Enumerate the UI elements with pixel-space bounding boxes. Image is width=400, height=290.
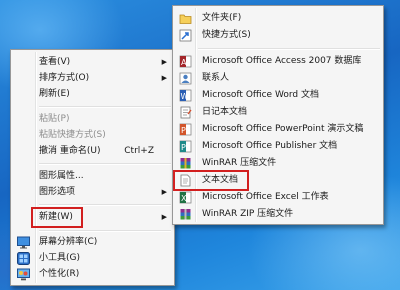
menu-item-personalize[interactable]: 个性化(R) <box>13 266 172 283</box>
powerpoint-icon: P <box>179 123 192 136</box>
menu-item-label: Microsoft Office Access 2007 数据库 <box>202 56 362 66</box>
menu-item-sort-by[interactable]: 排序方式(O) ▶ <box>13 70 172 87</box>
new-item-publisher-document[interactable]: P Microsoft Office Publisher 文档 <box>175 138 381 155</box>
new-item-shortcut[interactable]: 快捷方式(S) <box>175 27 381 44</box>
menu-item-label: 个性化(R) <box>39 269 80 279</box>
menu-item-label: 联系人 <box>202 73 230 83</box>
submenu-arrow-icon: ▶ <box>161 58 167 66</box>
svg-text:P: P <box>181 126 186 135</box>
new-item-excel-worksheet[interactable]: X Microsoft Office Excel 工作表 <box>175 189 381 206</box>
svg-text:P: P <box>181 143 186 152</box>
menu-item-screen-resolution[interactable]: 屏幕分辨率(C) <box>13 234 172 251</box>
menu-item-undo-rename[interactable]: 撤消 重命名(U) Ctrl+Z <box>13 143 172 160</box>
excel-icon: X <box>179 191 192 204</box>
word-icon: W <box>179 89 192 102</box>
new-submenu: 文件夹(F) 快捷方式(S) A Microsoft Office Access… <box>172 5 384 225</box>
menu-item-label: 快捷方式(S) <box>202 30 251 40</box>
menu-separator <box>198 48 380 50</box>
menu-separator <box>39 204 171 206</box>
menu-item-label: 粘贴(P) <box>39 114 70 124</box>
new-item-journal-document[interactable]: 日记本文档 <box>175 104 381 121</box>
menu-item-label: 文件夹(F) <box>202 13 242 23</box>
menu-item-label: Microsoft Office Word 文档 <box>202 90 319 100</box>
menu-item-label: 图形属性... <box>39 171 84 181</box>
menu-item-label: 排序方式(O) <box>39 73 90 83</box>
menu-separator <box>39 106 171 108</box>
menu-item-graphics-properties[interactable]: 图形属性... <box>13 168 172 185</box>
menu-item-paste-shortcut[interactable]: 粘贴快捷方式(S) <box>13 127 172 144</box>
menu-item-label: 小工具(G) <box>39 253 80 263</box>
svg-text:A: A <box>181 58 187 67</box>
new-item-winrar-zip-archive[interactable]: WinRAR ZIP 压缩文件 <box>175 206 381 223</box>
menu-item-label: WinRAR ZIP 压缩文件 <box>202 209 294 219</box>
desktop-context-menu: 查看(V) ▶ 排序方式(O) ▶ 刷新(E) 粘贴(P) 粘贴快捷方式(S) … <box>10 49 175 286</box>
gadgets-icon <box>17 252 30 265</box>
svg-text:W: W <box>181 92 189 101</box>
submenu-arrow-icon: ▶ <box>161 74 167 82</box>
contact-icon <box>179 72 192 85</box>
new-item-highlight-box <box>31 207 83 228</box>
winrar-icon <box>179 157 192 170</box>
menu-item-paste[interactable]: 粘贴(P) <box>13 111 172 128</box>
new-item-word-document[interactable]: W Microsoft Office Word 文档 <box>175 87 381 104</box>
menu-item-label: 图形选项 <box>39 187 76 197</box>
submenu-arrow-icon: ▶ <box>161 213 167 221</box>
folder-icon <box>179 12 192 25</box>
menu-item-label: 日记本文档 <box>202 107 248 117</box>
menu-item-graphics-options[interactable]: 图形选项 ▶ <box>13 184 172 201</box>
text-document-highlight-box <box>173 170 249 191</box>
menu-item-gadgets[interactable]: 小工具(G) <box>13 250 172 267</box>
menu-item-view[interactable]: 查看(V) ▶ <box>13 54 172 71</box>
menu-item-label: Microsoft Office Publisher 文档 <box>202 141 338 151</box>
new-item-access-database[interactable]: A Microsoft Office Access 2007 数据库 <box>175 53 381 70</box>
publisher-icon: P <box>179 140 192 153</box>
screen-resolution-icon <box>17 236 30 249</box>
menu-item-shortcut: Ctrl+Z <box>124 146 154 156</box>
menu-item-label: 查看(V) <box>39 57 71 67</box>
new-item-contact[interactable]: 联系人 <box>175 70 381 87</box>
personalize-icon <box>17 268 30 281</box>
new-item-powerpoint-presentation[interactable]: P Microsoft Office PowerPoint 演示文稿 <box>175 121 381 138</box>
access-icon: A <box>179 55 192 68</box>
menu-item-label: 撤消 重命名(U) <box>39 146 101 156</box>
menu-item-label: 刷新(E) <box>39 89 70 99</box>
shortcut-icon <box>179 29 192 42</box>
menu-item-refresh[interactable]: 刷新(E) <box>13 86 172 103</box>
menu-item-label: 屏幕分辨率(C) <box>39 237 98 247</box>
menu-item-label: Microsoft Office Excel 工作表 <box>202 192 329 202</box>
submenu-arrow-icon: ▶ <box>161 188 167 196</box>
menu-separator <box>39 163 171 165</box>
svg-text:X: X <box>181 194 187 203</box>
menu-separator <box>39 230 171 232</box>
menu-item-label: 粘贴快捷方式(S) <box>39 130 106 140</box>
winrar-zip-icon <box>179 208 192 221</box>
journal-icon <box>179 106 192 119</box>
new-item-folder[interactable]: 文件夹(F) <box>175 10 381 27</box>
menu-item-label: Microsoft Office PowerPoint 演示文稿 <box>202 124 364 134</box>
